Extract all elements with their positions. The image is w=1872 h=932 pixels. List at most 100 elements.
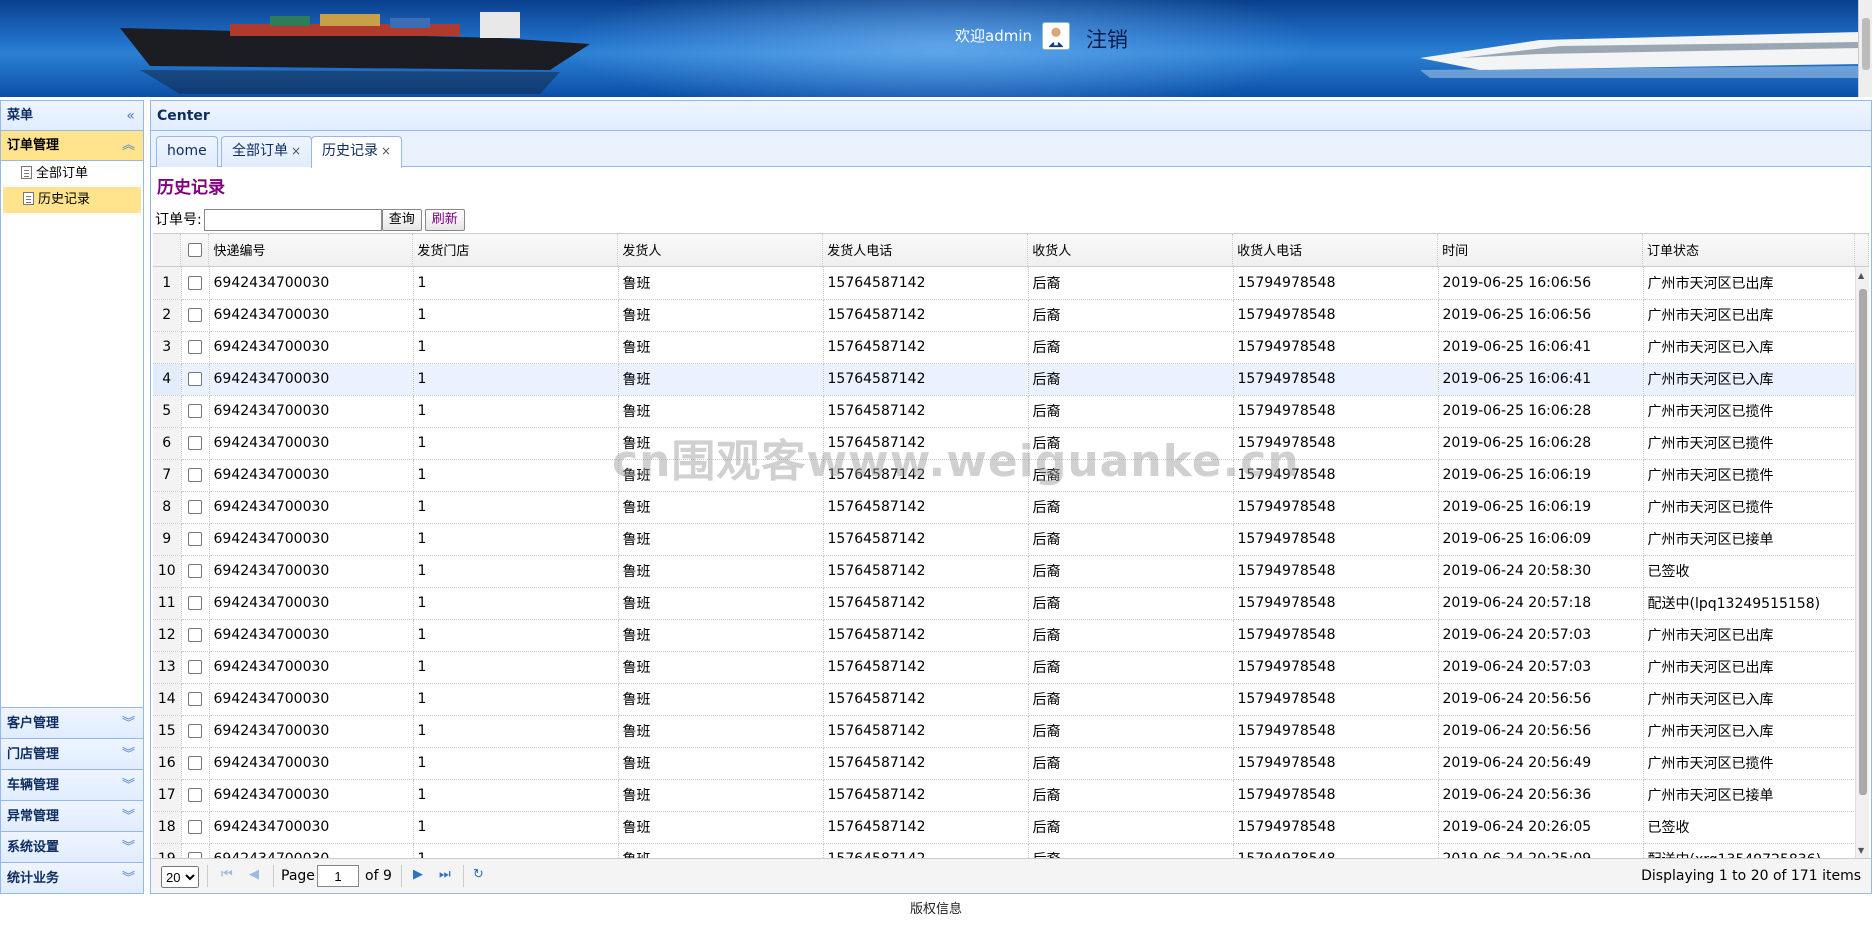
tab-all-orders[interactable]: 全部订单 × bbox=[221, 136, 313, 167]
query-button[interactable]: 查询 bbox=[381, 209, 422, 231]
table-row[interactable]: 12 6942434700030 1 鲁班 15764587142 后裔 157949785… bbox=[153, 619, 1856, 652]
row-checkbox[interactable] bbox=[188, 628, 202, 642]
table-row[interactable]: 7 6942434700030 1 鲁班 15764587142 后裔 1579497854… bbox=[153, 459, 1856, 492]
row-checkbox[interactable] bbox=[188, 756, 202, 770]
order-number-input[interactable] bbox=[203, 209, 382, 231]
history-datagrid: 快递编号 发货门店 发货人 发货人电话 收货人 收货人电话 时间 订单状态 16… bbox=[153, 233, 1869, 858]
row-select-cell bbox=[181, 363, 210, 396]
double-chevron-down-icon[interactable]: ︾ bbox=[122, 770, 135, 801]
refresh-button[interactable]: 刷新 bbox=[424, 209, 465, 231]
row-checkbox[interactable] bbox=[188, 340, 202, 354]
table-row[interactable]: 15 6942434700030 1 鲁班 15764587142 后裔 157949785… bbox=[153, 715, 1856, 748]
row-checkbox[interactable] bbox=[188, 404, 202, 418]
tab-label: 历史记录 bbox=[322, 143, 378, 159]
table-cell: 15764587142 bbox=[823, 779, 1029, 812]
row-checkbox[interactable] bbox=[188, 820, 202, 834]
double-chevron-up-icon[interactable]: ︽ bbox=[122, 131, 135, 161]
grid-scrollbar[interactable]: ▲ ▼ bbox=[1855, 267, 1869, 858]
select-all-checkbox[interactable] bbox=[187, 242, 202, 257]
row-checkbox[interactable] bbox=[188, 308, 202, 322]
table-cell: 15794978548 bbox=[1233, 683, 1439, 716]
accordion-exception-management[interactable]: 异常管理 ︾ bbox=[1, 800, 143, 831]
prev-page-icon[interactable]: ◀ bbox=[249, 867, 259, 882]
table-cell: 鲁班 bbox=[618, 427, 824, 460]
column-header[interactable]: 发货人 bbox=[617, 234, 824, 267]
table-row[interactable]: 8 6942434700030 1 鲁班 15764587142 后裔 1579497854… bbox=[153, 491, 1856, 524]
double-chevron-down-icon[interactable]: ︾ bbox=[122, 801, 135, 832]
column-header[interactable]: 发货门店 bbox=[412, 234, 619, 267]
table-row[interactable]: 3 6942434700030 1 鲁班 15764587142 后裔 1579497854… bbox=[153, 331, 1856, 364]
row-checkbox[interactable] bbox=[188, 532, 202, 546]
scrollbar-thumb[interactable] bbox=[1859, 289, 1867, 795]
row-checkbox[interactable] bbox=[188, 436, 202, 450]
table-row[interactable]: 6 6942434700030 1 鲁班 15764587142 后裔 1579497854… bbox=[153, 427, 1856, 460]
page-size-select[interactable]: 1020304050 bbox=[161, 866, 199, 888]
table-row[interactable]: 13 6942434700030 1 鲁班 15764587142 后裔 157949785… bbox=[153, 651, 1856, 684]
double-chevron-down-icon[interactable]: ︾ bbox=[122, 832, 135, 863]
row-number: 16 bbox=[153, 747, 182, 780]
page-number-input[interactable] bbox=[317, 865, 359, 887]
row-checkbox[interactable] bbox=[188, 788, 202, 802]
row-checkbox[interactable] bbox=[188, 468, 202, 482]
logout-link[interactable]: 注销 bbox=[1086, 24, 1128, 54]
double-chevron-left-icon[interactable]: « bbox=[126, 101, 135, 131]
accordion-store-management[interactable]: 门店管理 ︾ bbox=[1, 738, 143, 769]
column-header[interactable]: 时间 bbox=[1437, 234, 1644, 267]
table-cell: 1 bbox=[413, 683, 619, 716]
accordion-system-settings[interactable]: 系统设置 ︾ bbox=[1, 831, 143, 862]
table-cell: 6942434700030 bbox=[209, 395, 414, 428]
column-header[interactable]: 发货人电话 bbox=[822, 234, 1029, 267]
column-header[interactable]: 快递编号 bbox=[208, 234, 414, 267]
row-checkbox[interactable] bbox=[188, 596, 202, 610]
table-row[interactable]: 4 6942434700030 1 鲁班 15764587142 后裔 1579497854… bbox=[153, 363, 1856, 396]
table-cell: 后裔 bbox=[1028, 747, 1234, 780]
column-header[interactable]: 收货人 bbox=[1027, 234, 1234, 267]
row-checkbox[interactable] bbox=[188, 500, 202, 514]
table-row[interactable]: 1 6942434700030 1 鲁班 15764587142 后裔 1579497854… bbox=[153, 267, 1856, 300]
column-header[interactable]: 收货人电话 bbox=[1232, 234, 1439, 267]
table-cell: 后裔 bbox=[1028, 363, 1234, 396]
table-row[interactable]: 14 6942434700030 1 鲁班 15764587142 后裔 157949785… bbox=[153, 683, 1856, 716]
tree-item-all-orders[interactable]: 全部订单 bbox=[1, 161, 143, 187]
tree-item-history[interactable]: 历史记录 bbox=[3, 187, 141, 213]
table-row[interactable]: 11 6942434700030 1 鲁班 15764587142 后裔 157949785… bbox=[153, 587, 1856, 620]
table-cell: 15794978548 bbox=[1233, 715, 1439, 748]
table-row[interactable]: 16 6942434700030 1 鲁班 15764587142 后裔 157949785… bbox=[153, 747, 1856, 780]
double-chevron-down-icon[interactable]: ︾ bbox=[122, 708, 135, 739]
row-checkbox[interactable] bbox=[188, 564, 202, 578]
table-row[interactable]: 19 69424347000301鲁班15764587142后裔157949785… bbox=[153, 843, 1856, 858]
tab-history[interactable]: 历史记录 × bbox=[311, 136, 403, 168]
row-checkbox[interactable] bbox=[188, 275, 202, 290]
first-page-icon[interactable]: ⏮ bbox=[221, 867, 233, 882]
double-chevron-down-icon[interactable]: ︾ bbox=[122, 863, 135, 894]
close-icon[interactable]: × bbox=[291, 144, 301, 158]
tab-home[interactable]: home bbox=[156, 136, 218, 167]
row-checkbox[interactable] bbox=[188, 660, 202, 674]
reload-icon[interactable]: ↻ bbox=[473, 867, 484, 882]
table-row[interactable]: 2 6942434700030 1 鲁班 15764587142 后裔 1579497854… bbox=[153, 299, 1856, 332]
table-row[interactable]: 18 6942434700030 1 鲁班 15764587142 后裔 157949785… bbox=[153, 811, 1856, 844]
row-checkbox[interactable] bbox=[188, 372, 202, 386]
column-header[interactable]: 订单状态 bbox=[1642, 234, 1855, 267]
page-scrollbar[interactable] bbox=[1858, 0, 1872, 97]
accordion-vehicle-management[interactable]: 车辆管理 ︾ bbox=[1, 769, 143, 800]
table-cell: 6942434700030 bbox=[209, 555, 414, 588]
scroll-up-icon[interactable]: ▲ bbox=[1858, 271, 1864, 280]
table-cell: 6942434700030 bbox=[209, 619, 414, 652]
table-cell: 1 bbox=[413, 267, 619, 300]
accordion-order-management[interactable]: 订单管理 ︽ bbox=[1, 131, 143, 161]
close-icon[interactable]: × bbox=[381, 144, 391, 158]
table-row[interactable]: 17 6942434700030 1 鲁班 15764587142 后裔 157949785… bbox=[153, 779, 1856, 812]
row-checkbox[interactable] bbox=[188, 724, 202, 738]
next-page-icon[interactable]: ▶ bbox=[413, 867, 423, 882]
row-checkbox[interactable] bbox=[188, 692, 202, 706]
table-row[interactable]: 10 6942434700030 1 鲁班 15764587142 后裔 157949785… bbox=[153, 555, 1856, 588]
scroll-down-icon[interactable]: ▼ bbox=[1858, 846, 1864, 855]
table-row[interactable]: 9 6942434700030 1 鲁班 15764587142 后裔 1579497854… bbox=[153, 523, 1856, 556]
table-row[interactable]: 5 6942434700030 1 鲁班 15764587142 后裔 1579497854… bbox=[153, 395, 1856, 428]
row-number: 4 bbox=[153, 363, 182, 396]
last-page-icon[interactable]: ⏭ bbox=[439, 867, 451, 882]
accordion-statistics[interactable]: 统计业务 ︾ bbox=[1, 862, 143, 893]
double-chevron-down-icon[interactable]: ︾ bbox=[122, 739, 135, 770]
accordion-customer-management[interactable]: 客户管理 ︾ bbox=[1, 707, 143, 738]
